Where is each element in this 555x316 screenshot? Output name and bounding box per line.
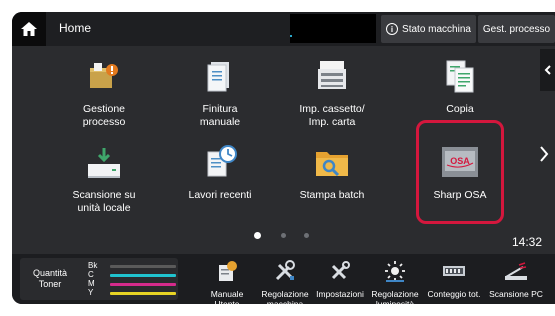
toner-row: Y [88,288,178,298]
manual-finish-icon [198,54,242,98]
next-page-button[interactable] [535,139,553,169]
home-button[interactable] [12,12,46,46]
batch-print-icon [310,140,354,184]
recent-jobs-icon [198,140,242,184]
top-bar: Home i Stato macchina Gest. processo [12,12,555,46]
machine-adjust-icon [254,258,316,284]
tool-label: Manuale Utente [210,289,244,304]
tile-label: Imp. cassetto/ Imp. carta [299,103,365,128]
tool-machine-adjust[interactable]: Regolazione macchina [254,254,316,304]
document-box-icon [82,54,126,98]
page-dot[interactable] [281,233,286,238]
tile-stampa-batch[interactable]: Stampa batch [282,140,382,202]
bottom-bar: Quantità Toner Bk C M Y Manuale Utente R… [12,254,555,304]
tool-settings[interactable]: Impostazioni [309,254,371,299]
toner-bar [110,283,176,286]
tray-settings-icon [310,54,354,98]
tile-gestione-processo[interactable]: Gestione processo [54,54,154,129]
tile-label: Copia [446,103,474,115]
toner-title: Quantità Toner [32,268,68,289]
tool-label: Impostazioni [316,289,364,299]
user-manual-icon [196,258,258,284]
page-title: Home [59,21,92,35]
tile-label: Finitura manuale [199,103,241,128]
tile-label: Stampa batch [299,189,365,201]
settings-tools-icon [309,258,371,284]
machine-status-label: Stato macchina [402,23,471,35]
tool-scan-pc[interactable]: Scansione PC [485,254,547,299]
toner-label: Y [88,288,94,297]
tool-counter[interactable]: Conteggio tot. [423,254,485,299]
toner-bar [110,274,176,277]
tool-label: Scansione PC [489,289,543,299]
toner-bar [110,265,176,268]
page-dot[interactable] [304,233,309,238]
toner-bar [110,292,176,295]
tool-brightness[interactable]: Regolazione luminosità [364,254,426,304]
tool-label: Regolazione luminosità [371,289,419,304]
job-status-label: Gest. processo [482,23,551,35]
tile-label: Lavori recenti [188,189,252,201]
control-panel: Home i Stato macchina Gest. processo Ges… [12,12,555,304]
tile-imp-cassetto[interactable]: Imp. cassetto/ Imp. carta [282,54,382,129]
counter-icon [423,258,485,284]
page-dot-active[interactable] [254,232,261,239]
selection-highlight [416,120,504,224]
message-display [290,14,376,43]
job-status-button[interactable]: Gest. processo [478,15,555,43]
toner-label: C [88,270,94,279]
info-icon: i [386,23,399,35]
tile-label: Scansione su unità locale [72,189,136,214]
toner-level-panel[interactable]: Quantità Toner Bk C M Y [20,258,178,300]
tile-finitura-manuale[interactable]: Finitura manuale [170,54,270,129]
chevron-left-icon [544,65,551,75]
tile-lavori-recenti[interactable]: Lavori recenti [170,140,270,202]
page-indicator [252,232,322,242]
copy-icon [438,54,482,98]
scan-local-icon [82,140,126,184]
home-icon [21,22,37,36]
clock: 14:32 [512,235,543,249]
side-panel-tab[interactable] [540,49,555,91]
tool-label: Regolazione macchina [261,289,309,304]
scan-pc-icon [485,258,547,284]
toner-label: M [88,279,95,288]
tool-label: Conteggio tot. [427,289,481,299]
chevron-right-icon [540,146,549,162]
screen: Home i Stato macchina Gest. processo Ges… [0,0,555,316]
tile-copia[interactable]: Copia [410,54,510,116]
toner-label: Bk [88,261,98,270]
tile-scansione-locale[interactable]: Scansione su unità locale [54,140,154,215]
brightness-icon [364,258,426,284]
tool-user-manual[interactable]: Manuale Utente [196,254,258,304]
tile-label: Gestione processo [82,103,126,128]
machine-status-button[interactable]: i Stato macchina [381,15,476,43]
